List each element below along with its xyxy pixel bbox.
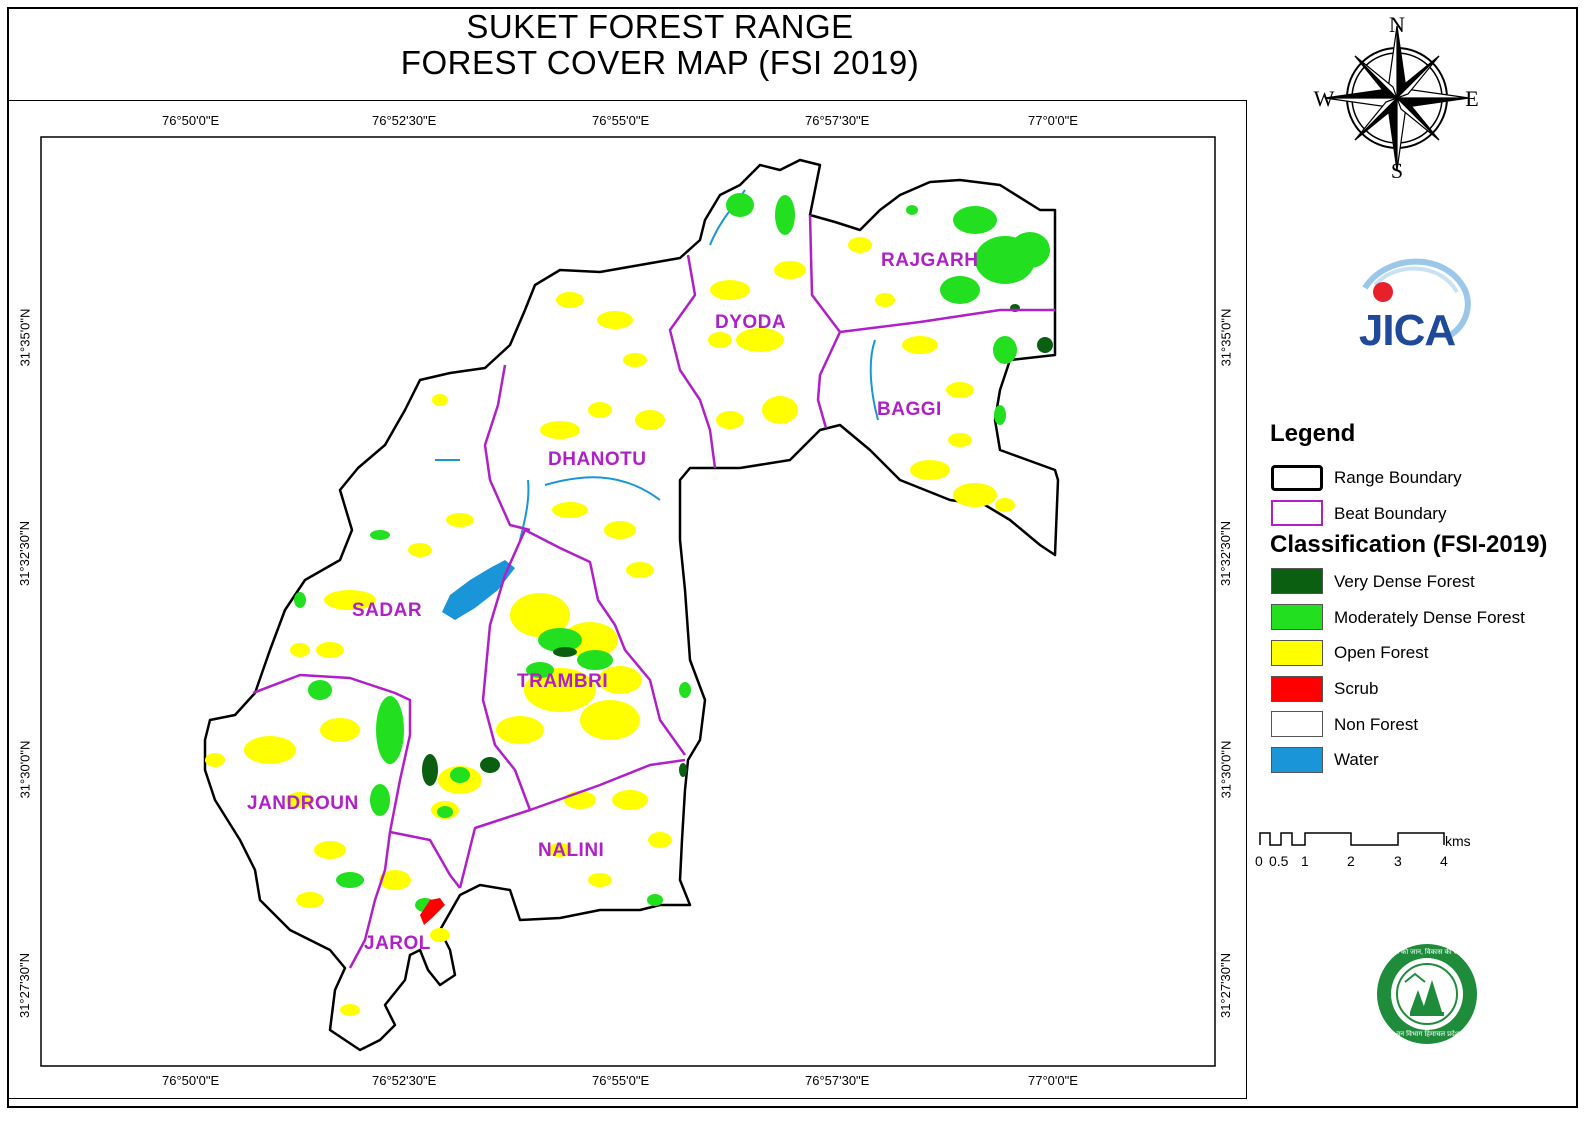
legend-label-moderately-dense-forest: Moderately Dense Forest	[1334, 608, 1525, 627]
legend-label-beat-boundary: Beat Boundary	[1334, 504, 1447, 523]
legend-swatch-range-boundary	[1271, 465, 1323, 491]
scale-tick-1: 1	[1301, 853, 1309, 869]
scale-tick-0: 0	[1255, 853, 1263, 869]
legend-label-range-boundary: Range Boundary	[1334, 468, 1462, 487]
beat-label-dyoda: DYODA	[715, 312, 787, 333]
scale-bar	[1259, 832, 1445, 846]
scale-tick-2: 2	[1347, 853, 1355, 869]
compass-n: N	[1389, 12, 1405, 37]
scale-unit: kms	[1445, 833, 1471, 849]
legend-label-very-dense-forest: Very Dense Forest	[1334, 572, 1475, 591]
legend-title: Legend	[1270, 420, 1356, 447]
legend-swatch-beat-boundary	[1271, 500, 1323, 526]
jica-logo: JICA	[1359, 258, 1471, 355]
jica-logo-text: JICA	[1359, 306, 1455, 355]
emblem-top-text: वन की जान, विकास की आन	[1391, 949, 1465, 956]
beat-label-jandroun: JANDROUN	[247, 793, 359, 814]
compass-rose-icon: N S E W	[1314, 12, 1479, 183]
legend-swatch-moderately-dense-forest	[1271, 604, 1323, 630]
beat-label-rajgarh: RAJGARH	[881, 250, 979, 271]
scale-tick-3: 3	[1394, 853, 1402, 869]
beat-label-jarol: JAROL	[364, 933, 431, 954]
legend-label-open-forest: Open Forest	[1334, 643, 1429, 662]
legend-swatch-water	[1271, 747, 1323, 773]
compass-s: S	[1391, 158, 1403, 183]
legend-label-non-forest: Non Forest	[1334, 715, 1419, 734]
emblem-bottom-text: वन विभाग हिमाचल प्रदेश	[1396, 1031, 1460, 1038]
scale-tick-4: 4	[1440, 853, 1448, 869]
beat-label-trambri: TRAMBRI	[517, 671, 609, 692]
legend-swatch-very-dense-forest	[1271, 568, 1323, 594]
legend-label-scrub: Scrub	[1334, 679, 1379, 698]
beat-label-dhanotu: DHANOTU	[548, 449, 647, 470]
scale-tick-0-5: 0.5	[1269, 853, 1289, 869]
beat-label-nalini: NALINI	[538, 840, 605, 861]
beat-label-baggi: BAGGI	[877, 399, 942, 420]
compass-w: W	[1314, 86, 1335, 111]
legend-label-water: Water	[1334, 750, 1379, 769]
compass-e: E	[1465, 86, 1478, 111]
legend-swatch-non-forest	[1271, 711, 1323, 737]
legend-swatch-open-forest	[1271, 640, 1323, 666]
classification-title: Classification (FSI-2019)	[1270, 531, 1548, 558]
legend-swatch-scrub	[1271, 676, 1323, 702]
beat-label-sadar: SADAR	[352, 600, 423, 621]
